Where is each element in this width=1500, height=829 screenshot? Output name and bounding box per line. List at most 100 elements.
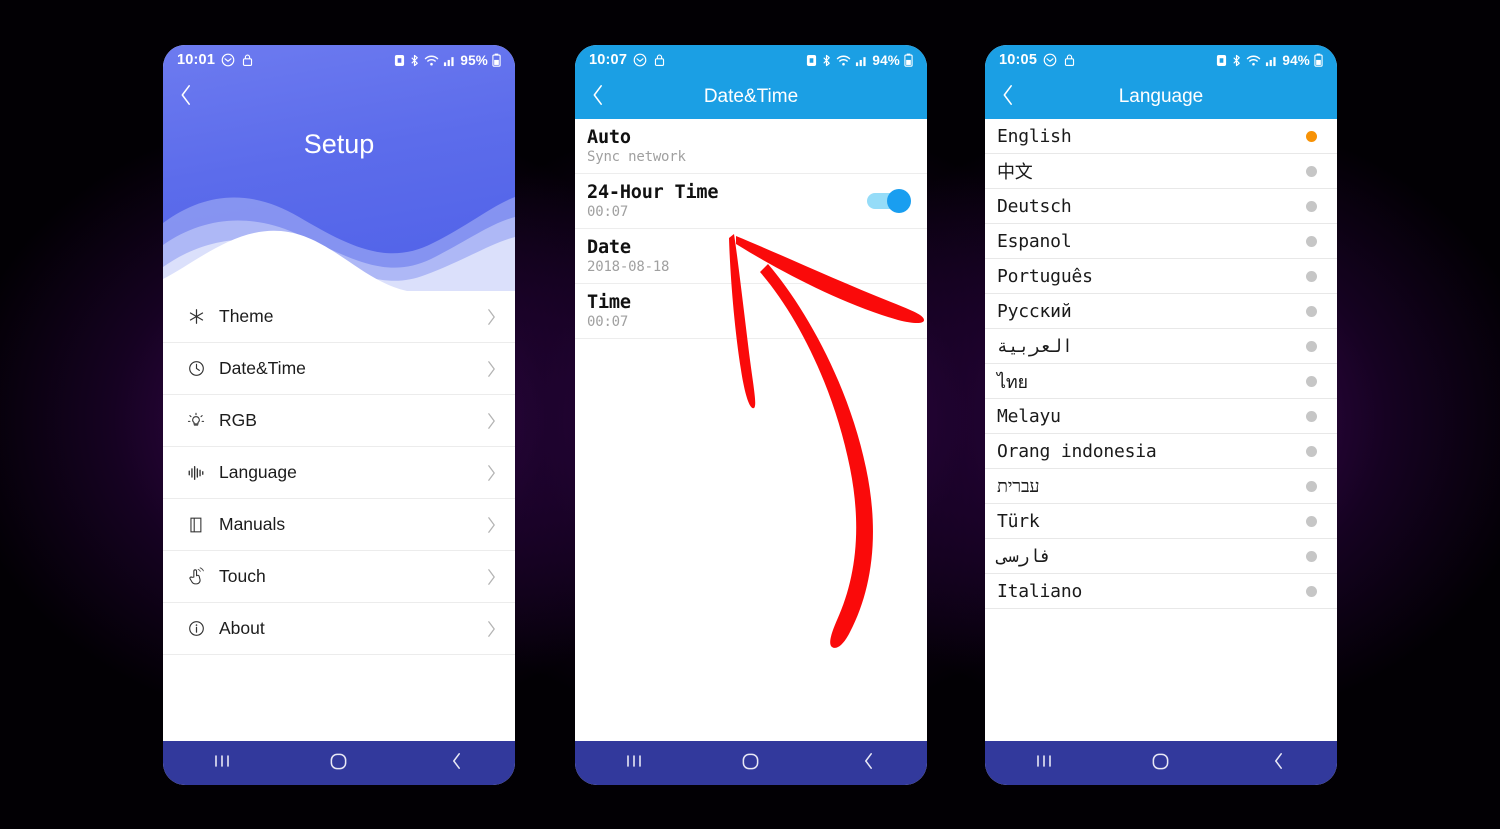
radio-dot [1306,585,1317,597]
radio-dot [1306,410,1317,422]
language-option-thai[interactable]: ไทย [985,364,1337,399]
chevron-left-icon [1001,84,1015,110]
language-label: Melayu [997,405,1061,427]
language-option-portugues[interactable]: Português [985,259,1337,294]
language-option-melayu[interactable]: Melayu [985,399,1337,434]
menu-item-label: RGB [219,410,257,430]
home-button[interactable] [1129,741,1193,785]
menu-item-label: About [219,618,265,638]
language-option-italiano[interactable]: Italiano [985,574,1337,609]
clock-icon [183,360,209,377]
status-time: 10:01 [177,52,216,68]
language-label: Orang indonesia [997,440,1157,462]
chevron-right-icon [486,620,497,638]
setting-title: Date [587,236,631,258]
radio-dot [1306,340,1317,352]
back-button[interactable] [836,741,900,785]
back-button[interactable] [1246,741,1310,785]
setting-row-date[interactable]: Date 2018-08-18 [575,229,927,284]
language-option-hebrew[interactable]: עברית [985,469,1337,504]
chevron-right-icon [486,308,497,326]
bulb-icon [183,412,209,430]
language-option-arabic[interactable]: العربية [985,329,1337,364]
chevron-right-icon [486,568,497,586]
message-icon [1043,53,1057,67]
radio-dot [1306,200,1317,212]
language-list: English 中文 Deutsch Espanol Português Рус… [985,119,1337,741]
menu-item-language[interactable]: Language [163,447,515,499]
language-label: ไทย [997,371,1028,393]
back-icon [862,752,875,774]
setting-row-time[interactable]: Time 00:07 [575,284,927,339]
language-option-chinese[interactable]: 中文 [985,154,1337,189]
back-button[interactable] [985,75,1031,119]
setting-row-24hour[interactable]: 24-Hour Time 00:07 [575,174,927,229]
phone-setup-screen: 10:01 95% Setup Theme Date&Time RGB Lang… [163,45,515,785]
battery-icon [904,53,913,67]
back-button[interactable] [163,75,209,119]
toggle-knob [887,188,911,213]
setting-row-auto[interactable]: Auto Sync network [575,119,927,174]
home-icon [741,752,760,775]
recents-icon [1035,753,1053,773]
recents-icon [213,753,231,773]
radio-dot [1306,165,1317,177]
home-button[interactable] [719,741,783,785]
signal-icon [1265,54,1278,67]
menu-item-datetime[interactable]: Date&Time [163,343,515,395]
navigation-bar [575,741,927,785]
24hour-toggle-switch[interactable] [867,188,911,213]
status-bar: 10:01 95% [163,45,515,75]
battery-icon [1314,53,1323,67]
back-button[interactable] [575,75,621,119]
language-label: العربية [997,335,1073,357]
language-label: עברית [997,475,1040,497]
language-option-espanol[interactable]: Espanol [985,224,1337,259]
language-option-english[interactable]: English [985,119,1337,154]
recents-button[interactable] [1012,741,1076,785]
language-option-deutsch[interactable]: Deutsch [985,189,1337,224]
lock-icon [1063,53,1076,67]
language-option-turkish[interactable]: Türk [985,504,1337,539]
language-option-farsi[interactable]: فارسی [985,539,1337,574]
menu-item-manuals[interactable]: Manuals [163,499,515,551]
status-time: 10:05 [999,52,1038,68]
status-time: 10:07 [589,52,628,68]
bluetooth-icon [409,54,420,67]
radio-dot [1306,235,1317,247]
chevron-right-icon [486,516,497,534]
chevron-left-icon [591,84,605,110]
menu-item-label: Manuals [219,514,286,534]
language-label: 中文 [997,162,1033,183]
language-label: Deutsch [997,195,1072,217]
home-button[interactable] [307,741,371,785]
recents-button[interactable] [190,741,254,785]
setting-subtitle: Sync network [587,148,686,165]
radio-dot [1306,550,1317,562]
menu-item-touch[interactable]: Touch [163,551,515,603]
back-icon [450,752,463,774]
language-label: Русский [997,300,1072,322]
setting-subtitle: 00:07 [587,203,629,220]
menu-item-label: Language [219,462,297,482]
message-icon [221,53,235,67]
language-label: Italiano [997,580,1083,602]
asterisk-icon [183,308,209,325]
language-option-indonesian[interactable]: Orang indonesia [985,434,1337,469]
wifi-icon [836,54,851,67]
recents-button[interactable] [602,741,666,785]
battery-percent: 94% [872,52,900,68]
radio-dot [1306,375,1317,387]
menu-item-about[interactable]: About [163,603,515,655]
info-icon [183,620,209,637]
radio-dot [1306,305,1317,317]
language-label: English [997,125,1072,147]
status-bar: 10:07 94% [575,45,927,75]
back-button[interactable] [424,741,488,785]
back-icon [1272,752,1285,774]
recents-icon [625,753,643,773]
menu-item-theme[interactable]: Theme [163,291,515,343]
language-option-russian[interactable]: Русский [985,294,1337,329]
message-icon [633,53,647,67]
menu-item-rgb[interactable]: RGB [163,395,515,447]
